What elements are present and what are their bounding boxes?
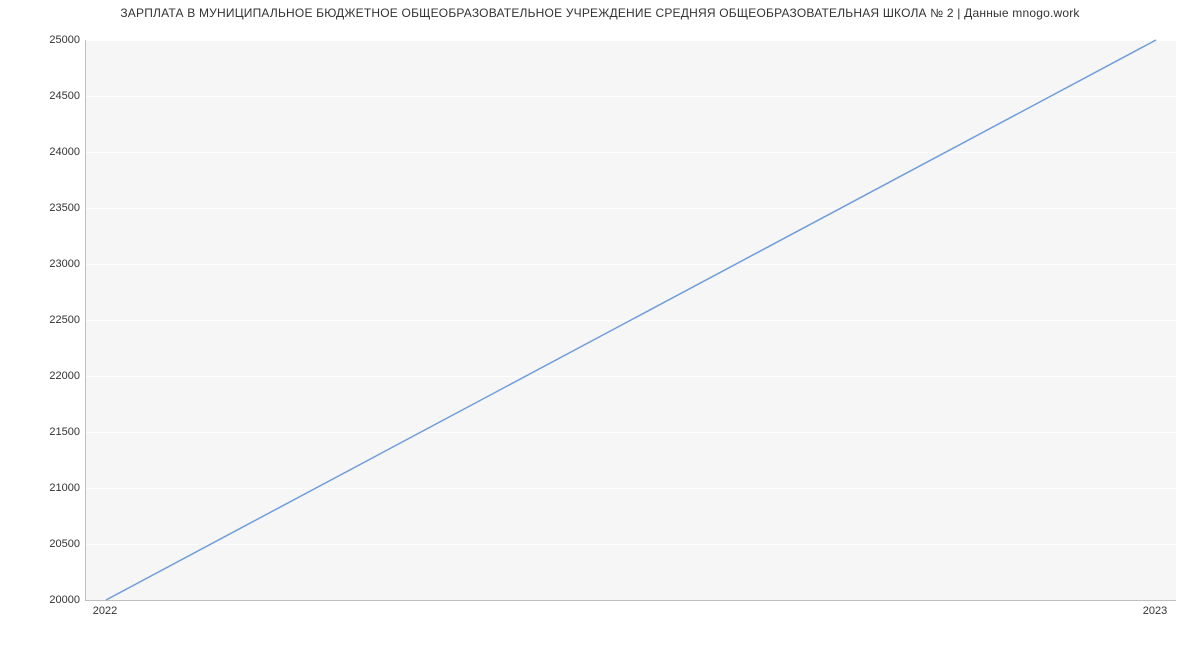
y-tick-label: 20000 xyxy=(5,594,80,606)
y-tick-label: 21000 xyxy=(5,482,80,494)
chart-svg xyxy=(86,40,1176,600)
chart-container: ЗАРПЛАТА В МУНИЦИПАЛЬНОЕ БЮДЖЕТНОЕ ОБЩЕО… xyxy=(0,0,1200,650)
y-tick-label: 24000 xyxy=(5,146,80,158)
y-tick-label: 24500 xyxy=(5,90,80,102)
x-tick-label: 2023 xyxy=(1143,605,1167,617)
y-tick-label: 20500 xyxy=(5,538,80,550)
series-line xyxy=(106,40,1156,600)
y-tick-label: 22000 xyxy=(5,370,80,382)
chart-title: ЗАРПЛАТА В МУНИЦИПАЛЬНОЕ БЮДЖЕТНОЕ ОБЩЕО… xyxy=(0,6,1200,20)
plot-area xyxy=(85,40,1176,601)
y-tick-label: 23000 xyxy=(5,258,80,270)
y-tick-label: 21500 xyxy=(5,426,80,438)
y-tick-label: 25000 xyxy=(5,34,80,46)
x-tick-label: 2022 xyxy=(93,605,117,617)
y-tick-label: 23500 xyxy=(5,202,80,214)
y-tick-label: 22500 xyxy=(5,314,80,326)
